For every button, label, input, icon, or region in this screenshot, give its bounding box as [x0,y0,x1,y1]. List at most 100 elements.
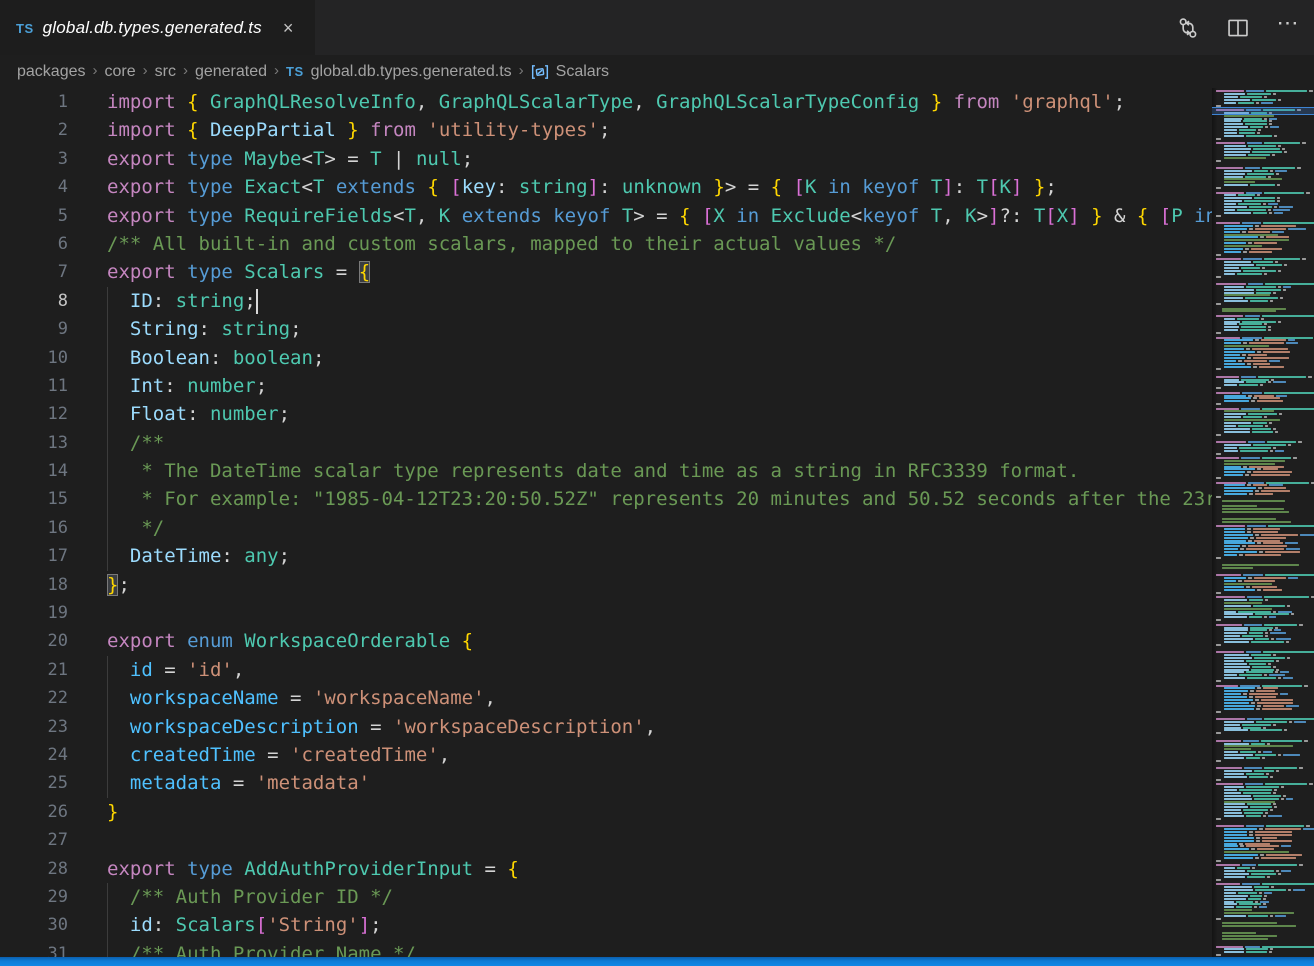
code-line[interactable]: 1import { GraphQLResolveInfo, GraphQLSca… [0,88,1212,117]
code-line[interactable]: 25 metadata = 'metadata' [0,769,1212,798]
code-line[interactable]: 15 * For example: "1985-04-12T23:20:50.5… [0,485,1212,514]
close-tab-icon[interactable]: × [279,17,298,39]
minimap-line [1224,397,1280,399]
line-number[interactable]: 29 [0,883,68,912]
code-line[interactable]: 2import { DeepPartial } from 'utility-ty… [0,116,1212,145]
line-number[interactable]: 2 [0,116,68,145]
line-number[interactable]: 20 [0,627,68,656]
minimap-line [1224,126,1279,128]
minimap-line [1224,792,1276,794]
breadcrumb-generated[interactable]: generated [195,63,267,81]
line-number[interactable]: 11 [0,372,68,401]
code-area[interactable]: 1import { GraphQLResolveInfo, GraphQLSca… [0,88,1212,966]
line-number[interactable]: 24 [0,741,68,770]
code-line[interactable]: 3export type Maybe<T> = T | null; [0,145,1212,174]
line-number[interactable]: 9 [0,315,68,344]
line-number[interactable]: 25 [0,769,68,798]
code-line[interactable]: 27 [0,826,1212,855]
chevron-right-icon: › [183,62,188,79]
minimap-line [1224,537,1286,539]
line-number[interactable]: 8 [0,287,68,316]
code-line[interactable]: 22 workspaceName = 'workspaceName', [0,684,1212,713]
line-number[interactable]: 15 [0,485,68,514]
breadcrumb-src[interactable]: src [155,63,176,81]
more-actions-icon[interactable]: ⋯ [1276,16,1300,40]
code-line[interactable]: 13 /** [0,429,1212,458]
breadcrumb-packages[interactable]: packages [17,63,86,81]
minimap-line [1216,258,1306,260]
split-editor-icon[interactable] [1226,16,1250,40]
minimap-line [1224,671,1289,673]
editor-pane[interactable]: 1import { GraphQLResolveInfo, GraphQLSca… [0,88,1314,966]
minimap-line [1224,828,1314,830]
line-number[interactable]: 17 [0,542,68,571]
minimap[interactable] [1212,88,1314,957]
line-number[interactable]: 6 [0,230,68,259]
code-line[interactable]: 9 String: string; [0,315,1212,344]
code-line[interactable]: 20export enum WorkspaceOrderable { [0,627,1212,656]
code-line[interactable]: 14 * The DateTime scalar type represents… [0,457,1212,486]
code-line[interactable]: 7export type Scalars = { [0,258,1212,287]
code-line[interactable]: 26} [0,798,1212,827]
code-line[interactable]: 16 */ [0,514,1212,543]
breadcrumb-file[interactable]: TS global.db.types.generated.ts [286,63,512,81]
minimap-line [1224,551,1300,553]
line-number[interactable]: 1 [0,88,68,117]
breadcrumb-core[interactable]: core [105,63,136,81]
line-number[interactable]: 4 [0,173,68,202]
line-number[interactable]: 16 [0,514,68,543]
minimap-line [1224,702,1293,704]
line-number[interactable]: 18 [0,571,68,600]
code-line[interactable]: 24 createdTime = 'createdTime', [0,741,1212,770]
minimap-line [1224,889,1305,891]
code-line[interactable]: 12 Float: number; [0,400,1212,429]
line-number[interactable]: 19 [0,599,68,628]
line-number[interactable]: 23 [0,713,68,742]
code-line[interactable]: 29 /** Auth Provider ID */ [0,883,1212,912]
tab-global-db-types[interactable]: TS global.db.types.generated.ts × [0,0,315,55]
line-number[interactable]: 28 [0,855,68,884]
line-number[interactable]: 12 [0,400,68,429]
line-number[interactable]: 13 [0,429,68,458]
code-line[interactable]: 8 ID: string; [0,287,1212,316]
code-line[interactable]: 17 DateTime: any; [0,542,1212,571]
minimap-line [1216,883,1314,885]
code-text: metadata = 'metadata' [107,769,370,798]
minimap-line [1224,181,1255,183]
minimap-line [1224,748,1251,750]
open-changes-icon[interactable] [1176,16,1200,40]
minimap-line [1224,118,1277,120]
line-number[interactable]: 21 [0,656,68,685]
minimap-line [1224,468,1278,470]
line-number[interactable]: 3 [0,145,68,174]
line-number[interactable]: 27 [0,826,68,855]
line-number[interactable]: 22 [0,684,68,713]
minimap-line [1224,845,1291,847]
minimap-line [1224,724,1276,726]
minimap-line [1224,242,1277,244]
breadcrumb-symbol[interactable]: Scalars [531,63,609,81]
code-line[interactable]: 4export type Exact<T extends { [key: str… [0,173,1212,202]
line-number[interactable]: 10 [0,344,68,373]
code-line[interactable]: 28export type AddAuthProviderInput = { [0,855,1212,884]
minimap-line [1224,231,1284,233]
minimap-line [1224,400,1283,402]
code-line[interactable]: 21 id = 'id', [0,656,1212,685]
code-line[interactable]: 5export type RequireFields<T, K extends … [0,202,1212,231]
code-line[interactable]: 18}; [0,571,1212,600]
code-line[interactable]: 30 id: Scalars['String']; [0,911,1212,940]
code-line[interactable]: 11 Int: number; [0,372,1212,401]
code-line[interactable]: 19 [0,599,1212,628]
line-number[interactable]: 30 [0,911,68,940]
minimap-line [1224,410,1274,412]
line-number[interactable]: 14 [0,457,68,486]
code-line[interactable]: 10 Boolean: boolean; [0,344,1212,373]
code-line[interactable]: 6/** All built-in and custom scalars, ma… [0,230,1212,259]
line-number[interactable]: 7 [0,258,68,287]
line-number[interactable]: 26 [0,798,68,827]
code-line[interactable]: 23 workspaceDescription = 'workspaceDesc… [0,713,1212,742]
minimap-line [1224,669,1279,671]
minimap-line [1222,505,1257,507]
line-number[interactable]: 5 [0,202,68,231]
minimap-line [1224,318,1264,320]
